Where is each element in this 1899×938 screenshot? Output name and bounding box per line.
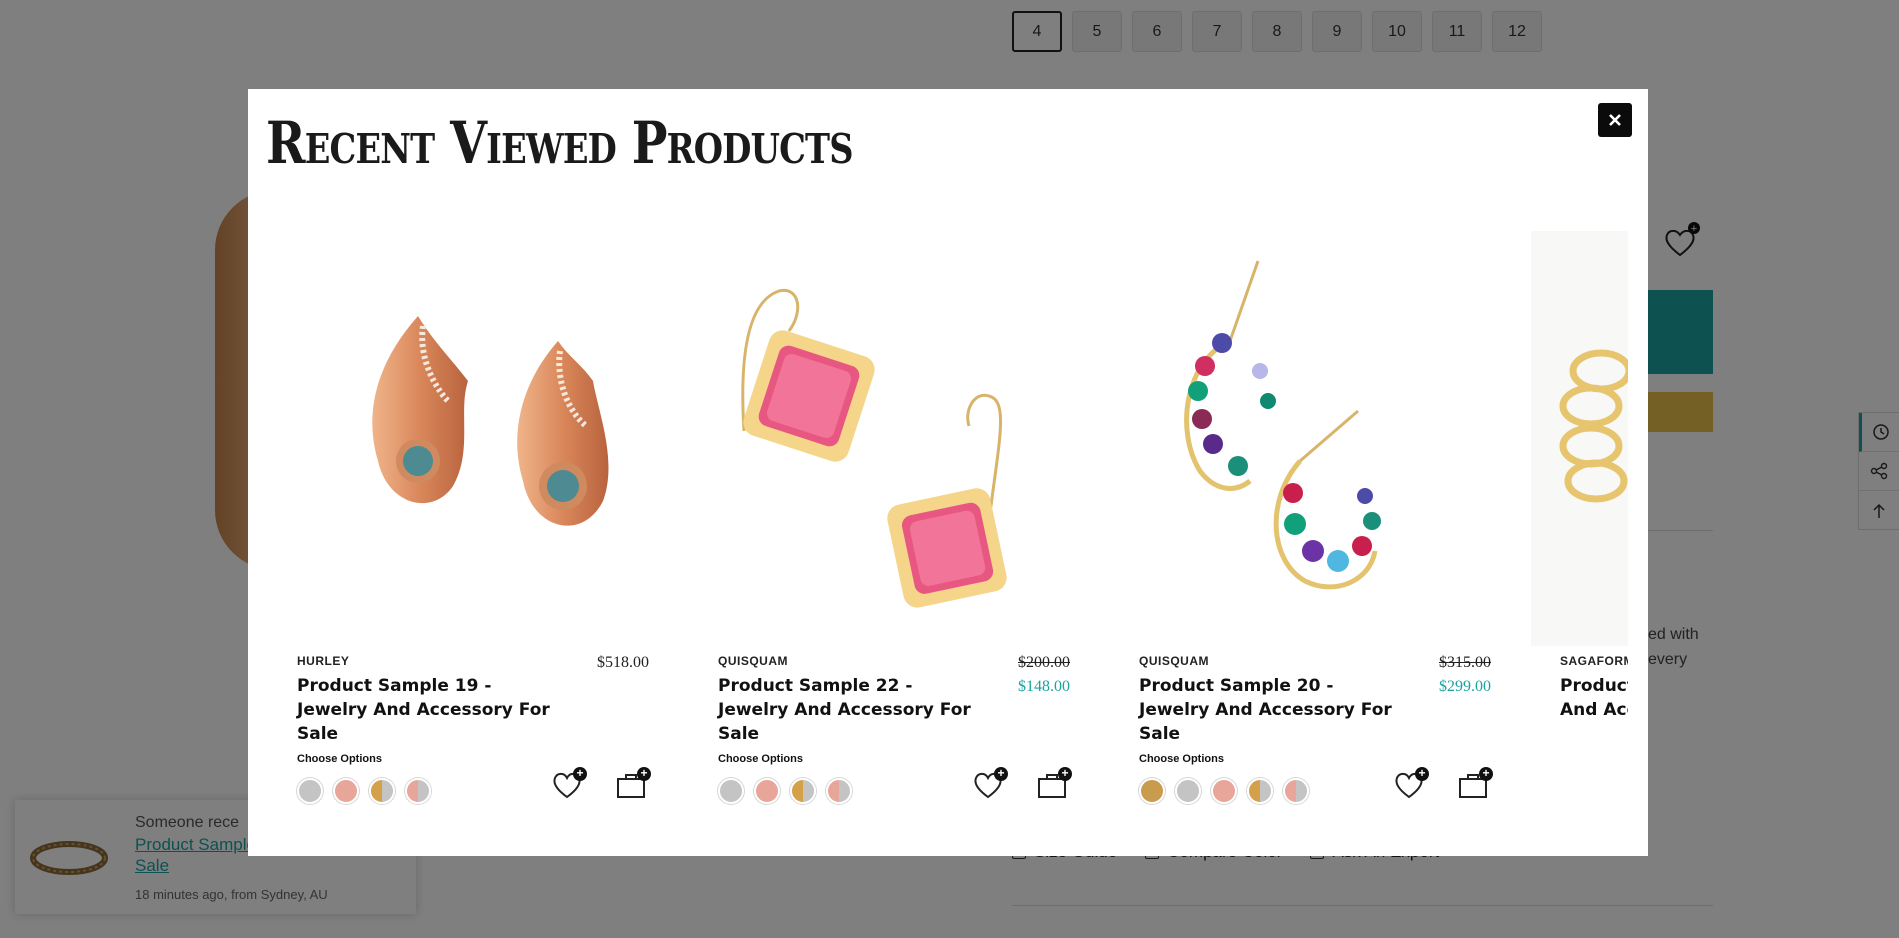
product-old-price: $315.00 [1439,654,1491,671]
quick-add-cart-button[interactable]: + [1455,767,1493,803]
product-image[interactable] [1531,231,1628,646]
color-swatch[interactable] [754,778,780,804]
add-to-wishlist-button[interactable]: + [549,767,587,803]
product-old-price: $200.00 [1018,654,1070,671]
product-image[interactable] [1110,231,1509,646]
plus-icon: + [637,767,651,781]
close-icon [1609,114,1621,126]
color-swatch[interactable] [718,778,744,804]
color-swatch[interactable] [1283,778,1309,804]
plus-icon: + [1415,767,1429,781]
product-title-link[interactable]: Product Sample - Jewelry And Accessory F… [1560,674,1628,722]
color-swatch[interactable] [790,778,816,804]
product-carousel: HURLEY $518.00 Product Sample 19 - Jewel… [268,231,1628,851]
product-card: SAGAFORM Product Sample - Jewelry And Ac… [1531,231,1628,851]
product-image[interactable] [689,231,1088,646]
color-swatch[interactable] [1139,778,1165,804]
product-price: $518.00 [597,654,649,671]
recent-viewed-modal: Recent Viewed Products HURLEY $518.00 Pr… [248,89,1648,856]
quick-add-cart-button[interactable]: + [613,767,651,803]
product-card: QUISQUAM $200.00 $148.00 Product Sample … [689,231,1088,851]
choose-options-label: Choose Options [718,753,803,765]
close-button[interactable] [1598,103,1632,137]
choose-options-label: Choose Options [297,753,382,765]
product-image[interactable] [268,231,667,646]
product-sale-price: $299.00 [1439,678,1491,695]
plus-icon: + [1479,767,1493,781]
color-swatches [1139,778,1309,804]
color-swatch[interactable] [369,778,395,804]
modal-title: Recent Viewed Products [266,109,853,177]
color-swatch[interactable] [1175,778,1201,804]
color-swatches [718,778,852,804]
color-swatches [297,778,431,804]
quick-add-cart-button[interactable]: + [1034,767,1072,803]
product-title-link[interactable]: Product Sample 19 - Jewelry And Accessor… [297,674,567,746]
plus-icon: + [994,767,1008,781]
color-swatch[interactable] [1211,778,1237,804]
color-swatch[interactable] [333,778,359,804]
color-swatch[interactable] [1247,778,1273,804]
product-title-link[interactable]: Product Sample 22 - Jewelry And Accessor… [718,674,988,746]
color-swatch[interactable] [826,778,852,804]
product-card: HURLEY $518.00 Product Sample 19 - Jewel… [268,231,667,851]
choose-options-label: Choose Options [1139,753,1224,765]
color-swatch[interactable] [405,778,431,804]
product-brand: SAGAFORM [1560,654,1628,668]
product-title-link[interactable]: Product Sample 20 - Jewelry And Accessor… [1139,674,1409,746]
color-swatch[interactable] [297,778,323,804]
add-to-wishlist-button[interactable]: + [970,767,1008,803]
add-to-wishlist-button[interactable]: + [1391,767,1429,803]
product-card: QUISQUAM $315.00 $299.00 Product Sample … [1110,231,1509,851]
product-sale-price: $148.00 [1018,678,1070,695]
plus-icon: + [1058,767,1072,781]
plus-icon: + [573,767,587,781]
